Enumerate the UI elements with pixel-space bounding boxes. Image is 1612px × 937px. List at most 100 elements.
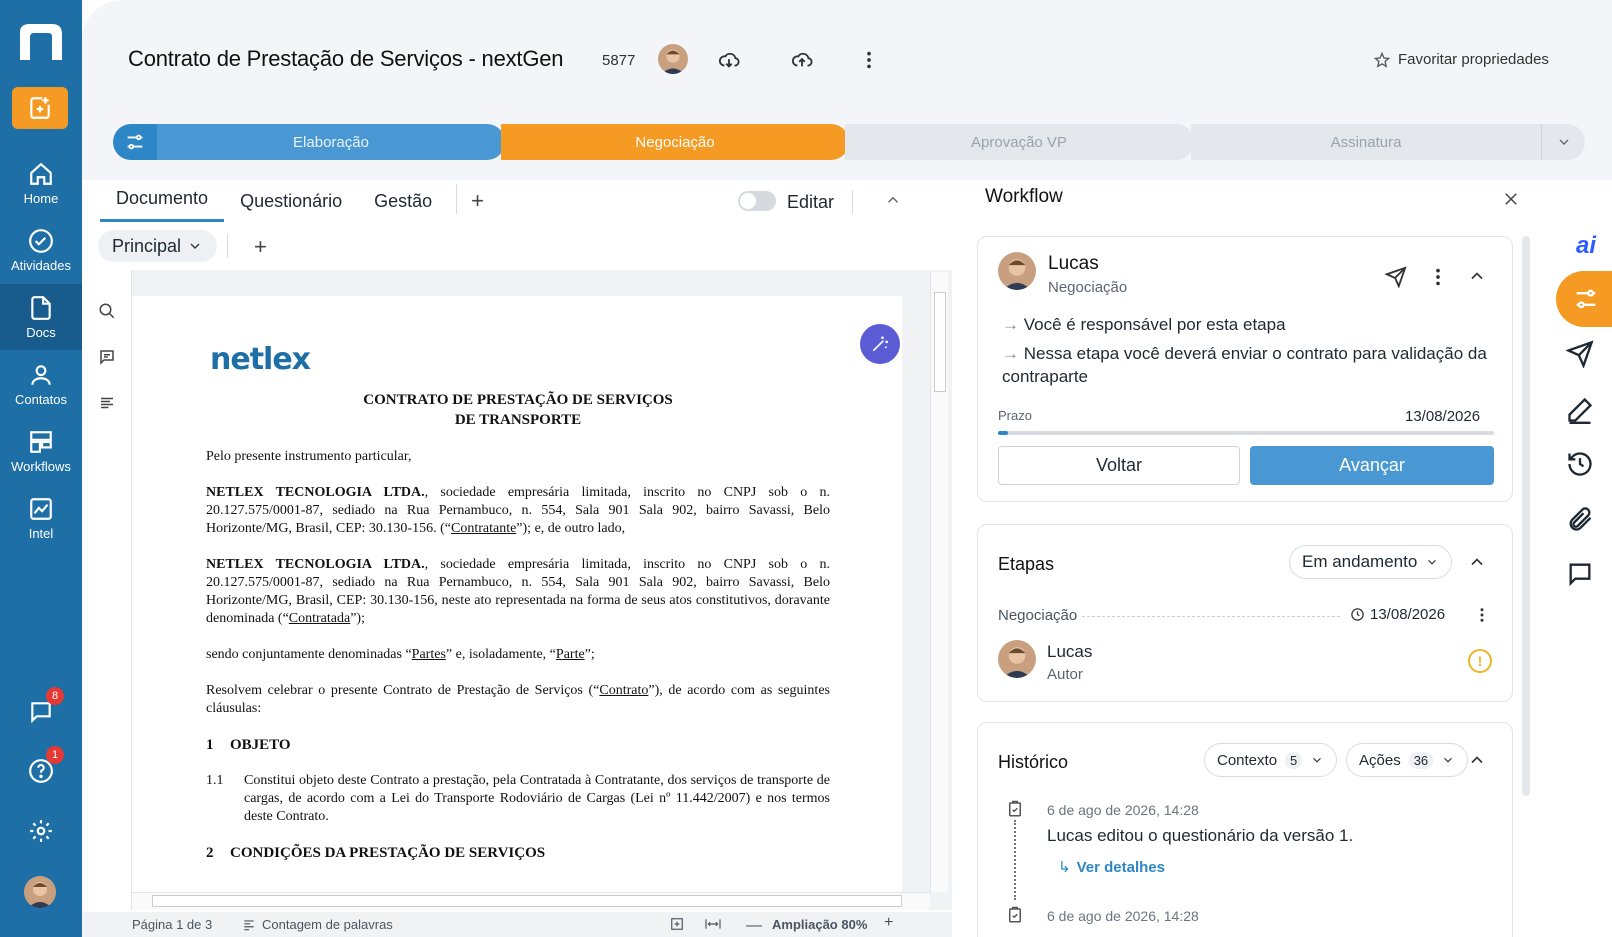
netlex-logo: netlex xyxy=(210,342,311,377)
new-document-button[interactable] xyxy=(12,87,68,129)
owner-avatar[interactable] xyxy=(658,44,688,74)
stepper-expand-button[interactable] xyxy=(1541,124,1585,160)
signature-rail-button[interactable] xyxy=(1562,392,1598,428)
fit-width-button[interactable] xyxy=(704,917,722,934)
document-horizontal-scrollbar[interactable] xyxy=(132,892,930,910)
tab-gestao[interactable]: Gestão xyxy=(358,191,448,222)
app-logo[interactable] xyxy=(18,22,64,62)
view-details-link[interactable]: ↳ Ver detalhes xyxy=(1058,858,1165,877)
comments-rail-button[interactable] xyxy=(1562,556,1598,592)
history-entry-text: Lucas editou o questionário da versão 1. xyxy=(1047,826,1354,845)
step-aprovacao-vp[interactable]: Aprovação VP xyxy=(845,124,1195,160)
download-button[interactable] xyxy=(717,48,741,72)
person-icon xyxy=(31,364,51,385)
favorite-button[interactable]: Favoritar propriedades xyxy=(1374,51,1549,68)
nav-workflows[interactable]: Workflows xyxy=(0,418,82,484)
nav-atividades[interactable]: Atividades xyxy=(0,217,82,283)
chevron-up-icon[interactable] xyxy=(884,191,902,209)
doc-section-1: 1 OBJETO xyxy=(206,737,291,753)
tab-questionario[interactable]: Questionário xyxy=(224,191,358,222)
document-code: 5877 xyxy=(602,52,636,69)
nav-workflows-label: Workflows xyxy=(11,458,71,474)
add-tab-button[interactable]: + xyxy=(465,188,494,222)
attachments-rail-button[interactable] xyxy=(1562,501,1598,537)
zoom-out-button[interactable]: — xyxy=(746,917,762,935)
favorite-label: Favoritar propriedades xyxy=(1398,51,1549,68)
chat-badge: 8 xyxy=(46,687,64,705)
zoom-level: Ampliação 80% xyxy=(772,917,868,932)
actions-filter[interactable]: Ações 36 xyxy=(1346,743,1469,777)
add-version-button[interactable]: + xyxy=(254,234,267,260)
document-vertical-scrollbar[interactable] xyxy=(930,272,948,892)
zoom-in-button[interactable]: + xyxy=(884,914,893,932)
nav-intel[interactable]: Intel xyxy=(0,485,82,551)
nav-contatos[interactable]: Contatos xyxy=(0,351,82,417)
return-arrow-icon: ↳ xyxy=(1058,859,1071,876)
status-bar: Página 1 de 3 Contagem de palavras — Amp… xyxy=(82,912,952,937)
check-circle-icon xyxy=(29,228,53,253)
more-options-button[interactable] xyxy=(857,48,881,72)
edit-label: Editar xyxy=(787,192,835,212)
user-avatar[interactable] xyxy=(24,876,56,908)
fit-page-button[interactable] xyxy=(670,917,684,934)
pen-icon xyxy=(1568,397,1593,424)
comments-button[interactable] xyxy=(96,346,118,368)
step-negociacao[interactable]: Negociação xyxy=(501,124,849,160)
more-vertical-icon[interactable] xyxy=(1427,266,1449,288)
scroll-thumb[interactable] xyxy=(152,895,902,907)
nav-home-label: Home xyxy=(23,190,59,206)
ai-assistant-button[interactable]: ai xyxy=(1576,232,1596,260)
stages-filter-select[interactable]: Em andamento xyxy=(1289,545,1453,579)
history-rail-button[interactable] xyxy=(1562,446,1598,482)
nav-home[interactable]: Home xyxy=(0,150,82,216)
stepper-settings-button[interactable] xyxy=(113,124,157,160)
close-icon[interactable] xyxy=(1502,190,1520,208)
help-button[interactable]: 1 xyxy=(22,746,64,790)
fit-width-icon xyxy=(705,919,721,929)
context-label: Contexto xyxy=(1217,751,1278,769)
step-elaboracao[interactable]: Elaboração xyxy=(157,124,505,160)
deadline-date: 13/08/2026 xyxy=(1405,408,1481,425)
ai-assist-button[interactable] xyxy=(860,324,900,364)
tab-documento[interactable]: Documento xyxy=(100,188,225,222)
context-filter[interactable]: Contexto 5 xyxy=(1204,743,1338,777)
chevron-up-icon[interactable] xyxy=(1467,750,1487,770)
workflow-rail-button[interactable] xyxy=(1556,271,1612,327)
panel-scrollbar[interactable] xyxy=(1522,236,1530,796)
word-count-label: Contagem de palavras xyxy=(262,917,393,932)
outline-button[interactable] xyxy=(96,392,118,414)
nav-docs[interactable]: Docs xyxy=(0,284,82,350)
history-icon xyxy=(1568,452,1592,476)
more-vertical-icon[interactable] xyxy=(1473,606,1491,624)
step-assinatura[interactable]: Assinatura xyxy=(1191,124,1541,160)
stages-title: Etapas xyxy=(998,554,1055,574)
page-indicator: Página 1 de 3 xyxy=(132,917,213,932)
clipboard-check-icon xyxy=(1009,906,1021,923)
arrow-right-icon: → xyxy=(1002,344,1024,363)
new-document-icon xyxy=(30,97,50,119)
settings-button[interactable] xyxy=(22,812,60,850)
chevron-up-icon[interactable] xyxy=(1467,266,1487,286)
chevron-down-icon xyxy=(1559,139,1568,145)
send-rail-button[interactable] xyxy=(1562,336,1598,372)
search-doc-button[interactable] xyxy=(96,300,118,322)
avatar xyxy=(998,640,1036,678)
back-button[interactable]: Voltar xyxy=(998,446,1240,485)
timeline-line xyxy=(1014,820,1016,900)
scroll-thumb[interactable] xyxy=(934,292,946,392)
magic-wand-icon xyxy=(872,336,888,352)
warning-icon[interactable]: ! xyxy=(1468,649,1492,673)
upload-button[interactable] xyxy=(790,48,814,72)
avatar xyxy=(998,252,1036,290)
chevron-up-icon[interactable] xyxy=(1467,552,1487,572)
word-count-button[interactable]: Contagem de palavras xyxy=(242,917,393,932)
edit-toggle[interactable] xyxy=(738,191,776,211)
document-icon xyxy=(31,295,51,320)
stage-row-label: Negociação xyxy=(998,607,1078,624)
version-select[interactable]: Principal xyxy=(98,230,218,262)
list-icon xyxy=(101,397,113,409)
send-icon[interactable] xyxy=(1385,266,1407,288)
advance-button[interactable]: Avançar xyxy=(1250,446,1494,485)
home-icon xyxy=(30,162,52,185)
chat-button[interactable]: 8 xyxy=(22,687,64,731)
